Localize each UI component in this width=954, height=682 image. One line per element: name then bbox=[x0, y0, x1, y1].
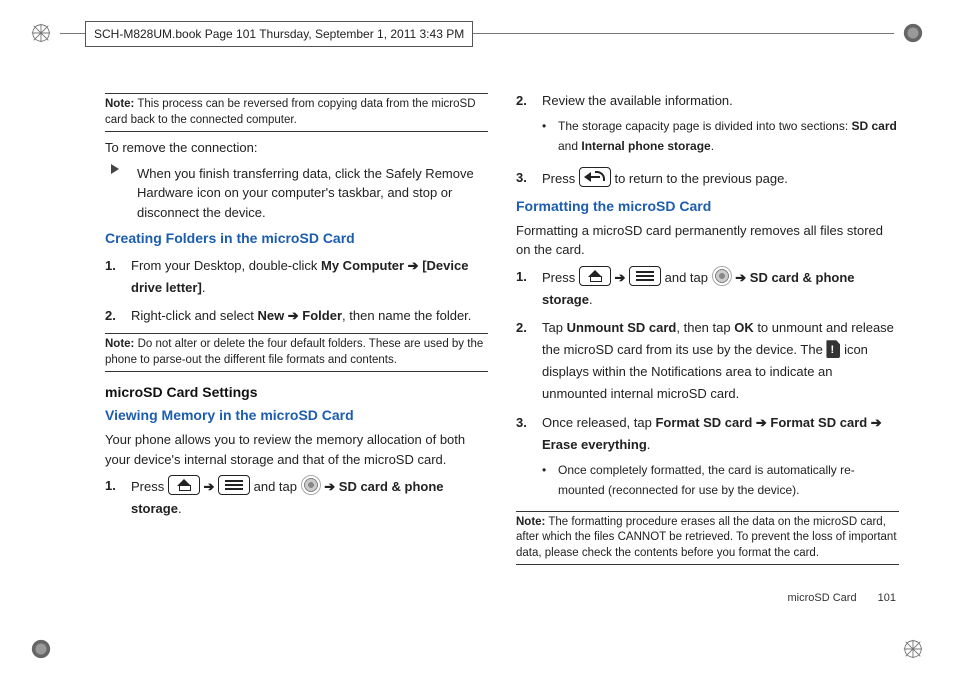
divider bbox=[105, 333, 488, 334]
heading-creating-folders: Creating Folders in the microSD Card bbox=[105, 228, 488, 249]
header-filename: SCH-M828UM.book Page 101 Thursday, Septe… bbox=[85, 21, 473, 47]
home-key-icon bbox=[579, 266, 611, 286]
heading-formatting: Formatting the microSD Card bbox=[516, 196, 899, 217]
bullet-remount: • Once completely formatted, the card is… bbox=[542, 460, 899, 501]
sd-card-warning-icon bbox=[826, 340, 840, 358]
step-1-creating: 1. From your Desktop, double-click My Co… bbox=[105, 255, 488, 299]
note-reverse-copy: Note: This process can be reversed from … bbox=[105, 97, 488, 128]
step-2-creating: 2. Right-click and select New ➔ Folder, … bbox=[105, 305, 488, 327]
menu-key-icon bbox=[629, 266, 661, 286]
corner-ornament-bl bbox=[30, 638, 52, 660]
page-footer: microSD Card 101 bbox=[788, 590, 897, 607]
remove-connection-intro: To remove the connection: bbox=[105, 138, 488, 158]
triangle-bullet-icon bbox=[111, 164, 119, 174]
step-3-viewing: 3. Press to return to the previous page. bbox=[516, 167, 899, 190]
corner-ornament-tr bbox=[902, 22, 924, 44]
divider bbox=[516, 564, 899, 565]
formatting-paragraph: Formatting a microSD card permanently re… bbox=[516, 221, 899, 260]
note-default-folders: Note: Do not alter or delete the four de… bbox=[105, 337, 488, 368]
viewing-memory-paragraph: Your phone allows you to review the memo… bbox=[105, 430, 488, 469]
corner-ornament-br bbox=[902, 638, 924, 660]
settings-gear-icon bbox=[301, 475, 321, 495]
home-key-icon bbox=[168, 475, 200, 495]
remove-step-text: When you finish transferring data, click… bbox=[137, 164, 488, 223]
step-2-viewing: 2. Review the available information. • T… bbox=[516, 90, 899, 161]
menu-key-icon bbox=[218, 475, 250, 495]
divider bbox=[105, 371, 488, 372]
note-format-warning: Note: The formatting procedure erases al… bbox=[516, 515, 899, 562]
corner-ornament-tl bbox=[30, 22, 52, 44]
step-1-viewing: 1. Press ➔ and tap ➔ SD card & phone sto… bbox=[105, 475, 488, 520]
heading-microsd-settings: microSD Card Settings bbox=[105, 382, 488, 403]
step-1-formatting: 1. Press ➔ and tap ➔ SD card & phone sto… bbox=[516, 266, 899, 311]
heading-viewing-memory: Viewing Memory in the microSD Card bbox=[105, 405, 488, 426]
remove-connection-step: When you finish transferring data, click… bbox=[111, 164, 488, 223]
settings-gear-icon bbox=[712, 266, 732, 286]
step-2-formatting: 2. Tap Unmount SD card, then tap OK to u… bbox=[516, 317, 899, 405]
divider bbox=[516, 511, 899, 512]
footer-page-number: 101 bbox=[878, 592, 896, 604]
divider bbox=[105, 93, 488, 94]
bullet-storage-sections: • The storage capacity page is divided i… bbox=[542, 116, 899, 157]
page-content: Note: This process can be reversed from … bbox=[105, 90, 899, 612]
back-key-icon bbox=[579, 167, 611, 187]
step-3-formatting: 3. Once released, tap Format SD card ➔ F… bbox=[516, 412, 899, 505]
divider bbox=[105, 131, 488, 132]
footer-section: microSD Card bbox=[788, 592, 857, 604]
